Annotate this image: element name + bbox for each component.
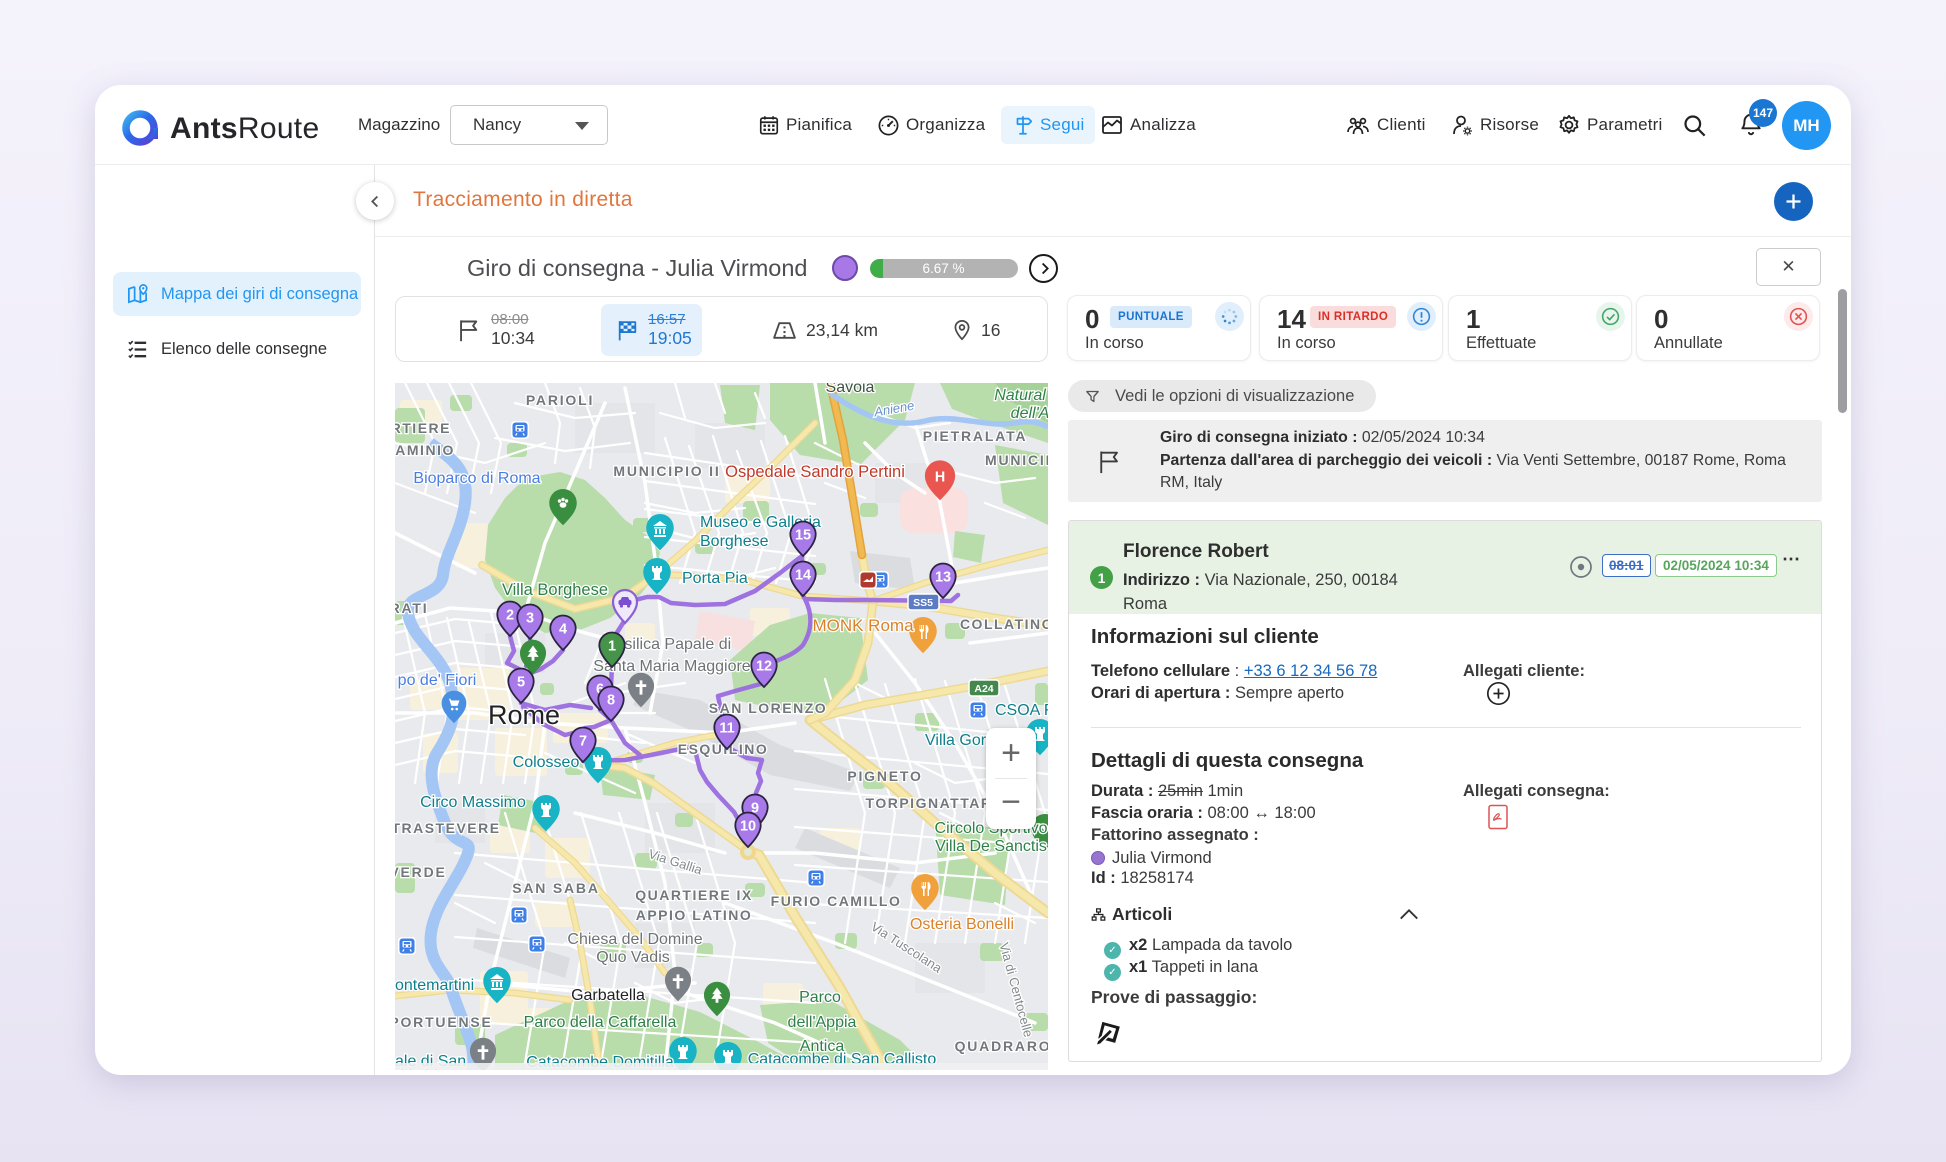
svg-text:MONK Roma: MONK Roma <box>812 616 914 635</box>
svg-text:PARIOLI: PARIOLI <box>526 392 594 408</box>
svg-text:Parco: Parco <box>799 989 841 1006</box>
svg-text:Quo Vadis: Quo Vadis <box>596 949 670 966</box>
svg-text:A24: A24 <box>974 683 993 695</box>
svg-text:5: 5 <box>517 675 525 691</box>
svg-text:ontemartini: ontemartini <box>395 977 474 994</box>
svg-text:PIGNETO: PIGNETO <box>847 768 922 784</box>
svg-text:1: 1 <box>608 639 616 655</box>
svg-text:Antica: Antica <box>800 1038 845 1055</box>
svg-text:SAN SABA: SAN SABA <box>512 880 600 896</box>
svg-text:SAN LORENZO: SAN LORENZO <box>709 700 827 716</box>
svg-text:QUARTIERE: QUARTIERE <box>395 420 451 436</box>
svg-text:Osteria Bonelli: Osteria Bonelli <box>910 916 1014 933</box>
svg-text:MUNICIP: MUNICIP <box>985 452 1048 468</box>
svg-text:Parco della Caffarella: Parco della Caffarella <box>524 1014 677 1031</box>
svg-text:FLAMINIO: FLAMINIO <box>395 442 455 458</box>
svg-text:Colosseo: Colosseo <box>513 754 580 771</box>
svg-text:po de' Fiori: po de' Fiori <box>398 672 477 689</box>
svg-text:Villa De Sanctis: Villa De Sanctis <box>935 838 1047 855</box>
svg-text:MUNICIPIO II: MUNICIPIO II <box>613 463 720 479</box>
svg-text:COLLATINO: COLLATINO <box>960 616 1048 632</box>
svg-text:10: 10 <box>740 819 756 835</box>
svg-text:SS5: SS5 <box>913 597 933 609</box>
svg-text:Rome: Rome <box>488 700 560 730</box>
svg-text:Borghese: Borghese <box>700 533 769 550</box>
svg-text:QUADRARO: QUADRARO <box>955 1038 1048 1054</box>
svg-text:Ospedale Sandro Pertini: Ospedale Sandro Pertini <box>725 463 905 481</box>
svg-text:14: 14 <box>795 568 811 584</box>
svg-text:PORTUENSE: PORTUENSE <box>395 1014 493 1030</box>
svg-text:Savoia: Savoia <box>826 383 875 396</box>
svg-text:TRASTEVERE: TRASTEVERE <box>395 820 501 836</box>
svg-text:Villa Borghese: Villa Borghese <box>502 581 608 599</box>
svg-text:Porta Pia: Porta Pia <box>682 570 748 587</box>
svg-text:FURIO CAMILLO: FURIO CAMILLO <box>771 893 902 909</box>
svg-text:TORPIGNATTAR: TORPIGNATTAR <box>866 795 993 811</box>
svg-text:Bioparco di Roma: Bioparco di Roma <box>413 470 540 487</box>
svg-text:APPIO LATINO: APPIO LATINO <box>636 907 753 923</box>
svg-text:Villa Gord: Villa Gord <box>925 732 995 749</box>
svg-text:PIETRALATA: PIETRALATA <box>923 428 1028 444</box>
svg-text:11: 11 <box>719 721 734 737</box>
svg-text:3: 3 <box>526 611 534 627</box>
svg-text:QUARTIERE IX: QUARTIERE IX <box>635 887 753 903</box>
svg-text:Chiesa del Domine: Chiesa del Domine <box>567 931 702 948</box>
svg-text:Natural: Natural <box>994 387 1046 404</box>
svg-text:RATI: RATI <box>395 600 428 616</box>
svg-text:7: 7 <box>579 734 587 750</box>
svg-text:CSOA F: CSOA F <box>995 702 1048 719</box>
svg-text:4: 4 <box>559 622 567 638</box>
svg-text:dell'Appia: dell'Appia <box>788 1014 857 1031</box>
svg-text:12: 12 <box>756 659 772 675</box>
svg-text:2: 2 <box>506 608 514 624</box>
svg-text:15: 15 <box>795 528 811 544</box>
svg-text:H: H <box>935 469 945 485</box>
svg-text:8: 8 <box>607 693 615 709</box>
svg-text:Circo Massimo: Circo Massimo <box>420 794 526 811</box>
svg-text:VERDE: VERDE <box>395 864 447 880</box>
svg-text:13: 13 <box>935 570 951 586</box>
svg-text:dell'A: dell'A <box>1011 405 1048 422</box>
svg-text:Garbatella: Garbatella <box>571 987 645 1004</box>
